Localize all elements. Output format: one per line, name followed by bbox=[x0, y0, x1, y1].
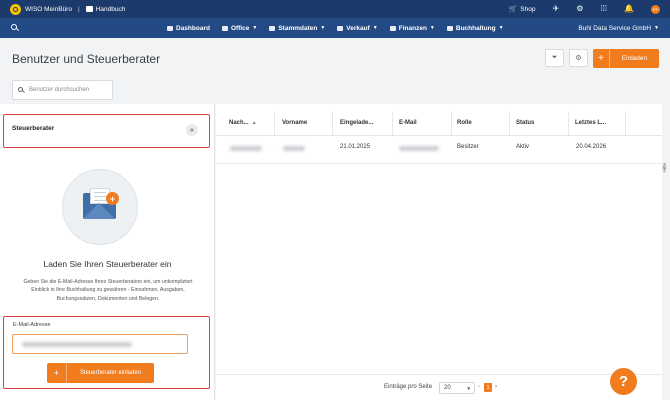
office-icon bbox=[221, 25, 228, 31]
app-title[interactable]: WISO MeinBüro bbox=[25, 6, 72, 13]
cell-role: Besitzer bbox=[457, 144, 479, 150]
dashboard-icon bbox=[167, 25, 173, 31]
chevron-down-icon: ▼ bbox=[320, 25, 326, 31]
panel-title: Steuerberater bbox=[12, 125, 55, 132]
separator: | bbox=[77, 5, 80, 13]
rocket-icon[interactable]: ✈ bbox=[552, 5, 559, 13]
shop-label: Shop bbox=[520, 5, 536, 13]
row-divider bbox=[216, 163, 662, 164]
collapse-panel-button[interactable]: « bbox=[186, 124, 198, 136]
cell-last-login: 20.04.2026 bbox=[576, 144, 607, 150]
company-switcher[interactable]: Buhl Data Service GmbH ▼ bbox=[578, 25, 659, 32]
main-navigation: Dashboard Office ▼ Stammdaten ▼ Verkauf … bbox=[0, 18, 670, 38]
person-icon bbox=[269, 25, 276, 31]
sort-up-icon: ▲ bbox=[251, 120, 257, 126]
nav-label: Buchhaltung bbox=[455, 24, 496, 32]
bell-icon[interactable]: 🔔 bbox=[624, 5, 634, 13]
company-name: Buhl Data Service GmbH bbox=[578, 24, 652, 32]
wiso-logo-icon[interactable] bbox=[10, 3, 21, 15]
invite-description: Geben Sie die E-Mail-Adresse Ihres Steue… bbox=[23, 279, 193, 302]
nav-office[interactable]: Office ▼ bbox=[221, 24, 258, 32]
double-chevron-left-icon: « bbox=[190, 126, 194, 134]
settings-button[interactable]: ⚙ bbox=[569, 49, 588, 67]
chevron-down-icon: ▼ bbox=[252, 25, 258, 31]
column-label: E-Mail bbox=[399, 120, 417, 126]
cart-icon: 🛒 bbox=[508, 6, 518, 13]
per-page-select[interactable]: 20 ▼ bbox=[439, 382, 475, 394]
invite-label: Einladen bbox=[621, 55, 648, 62]
apps-grid-icon[interactable]: ⁞⁞⁞ bbox=[600, 5, 607, 13]
redacted-first-name bbox=[283, 146, 305, 151]
cell-invited-date: 21.01.2025 bbox=[340, 144, 371, 150]
bank-icon bbox=[389, 25, 396, 31]
column-label: Letztes L... bbox=[575, 120, 607, 126]
avatar[interactable]: RF bbox=[651, 4, 660, 14]
gear-icon: ⚙ bbox=[575, 55, 582, 62]
gear-icon[interactable]: ⚙ bbox=[576, 5, 583, 13]
current-page[interactable]: 1 bbox=[484, 383, 492, 392]
search-input[interactable]: Benutzer durchsuchen bbox=[12, 80, 113, 100]
column-header-rolle[interactable]: Rolle bbox=[452, 111, 510, 135]
handbook-link[interactable]: Handbuch bbox=[96, 6, 126, 13]
filter-icon: ⏷ bbox=[551, 54, 558, 61]
plus-icon: + bbox=[593, 49, 610, 68]
shop-link[interactable]: 🛒 Shop bbox=[508, 5, 536, 14]
nav-label: Office bbox=[230, 24, 250, 32]
cart-icon bbox=[337, 25, 344, 31]
book-icon bbox=[85, 6, 93, 12]
footer-divider bbox=[216, 374, 662, 375]
column-label: Eingelade... bbox=[340, 120, 374, 126]
invite-button[interactable]: + Einladen bbox=[593, 49, 659, 68]
column-label: Vorname bbox=[282, 120, 308, 126]
prev-page-button[interactable]: ‹ bbox=[478, 384, 480, 390]
search-placeholder: Benutzer durchsuchen bbox=[29, 87, 90, 93]
redacted-email bbox=[399, 146, 439, 151]
nav-verkauf[interactable]: Verkauf ▼ bbox=[337, 24, 378, 32]
page-title: Benutzer und Steuerberater bbox=[12, 52, 161, 66]
search-icon bbox=[18, 86, 25, 94]
chevron-down-icon: ▼ bbox=[654, 25, 659, 31]
help-button[interactable]: ? bbox=[610, 368, 637, 395]
column-header-vorname[interactable]: Vorname bbox=[277, 111, 333, 135]
ledger-icon bbox=[446, 25, 453, 31]
column-label: Rolle bbox=[457, 120, 472, 126]
invite-tax-advisor-button[interactable]: + Steuerberater einladen bbox=[47, 363, 154, 383]
chevron-down-icon: ▼ bbox=[498, 25, 504, 31]
per-page-value: 20 bbox=[444, 385, 451, 391]
redacted-email bbox=[22, 342, 132, 347]
email-label: E-Mail-Adresse bbox=[13, 322, 51, 328]
chevron-down-icon: ▼ bbox=[466, 385, 471, 391]
top-bar: WISO MeinBüro | Handbuch 🛒 Shop ✈ ⚙ ⁞⁞⁞ … bbox=[0, 0, 670, 18]
column-label: Nach... bbox=[229, 120, 249, 126]
chevron-down-icon: ▼ bbox=[372, 25, 378, 31]
invite-headline: Laden Sie Ihren Steuerberater ein bbox=[43, 259, 172, 269]
filter-button[interactable]: ⏷ bbox=[545, 49, 564, 67]
plus-icon: + bbox=[47, 363, 67, 383]
per-page-label: Einträge pro Seite bbox=[384, 384, 433, 390]
nav-label: Verkauf bbox=[346, 24, 370, 32]
submit-label: Steuerberater einladen bbox=[79, 370, 142, 376]
redacted-last-name bbox=[230, 146, 262, 151]
plus-badge-icon: + bbox=[106, 192, 119, 205]
nav-finanzen[interactable]: Finanzen ▼ bbox=[389, 24, 435, 32]
help-side-tab[interactable]: Hilfe bbox=[662, 150, 670, 172]
column-header-letztes-login[interactable]: Letztes L... bbox=[570, 111, 626, 135]
nav-label: Stammdaten bbox=[278, 24, 318, 32]
column-header-status[interactable]: Status bbox=[511, 111, 569, 135]
nav-stammdaten[interactable]: Stammdaten ▼ bbox=[269, 25, 325, 32]
table-header-divider bbox=[216, 135, 662, 136]
search-icon[interactable] bbox=[11, 24, 19, 32]
nav-dashboard[interactable]: Dashboard bbox=[167, 25, 210, 32]
column-header-eingeladen[interactable]: Eingelade... bbox=[335, 111, 393, 135]
nav-buchhaltung[interactable]: Buchhaltung ▼ bbox=[446, 24, 504, 32]
column-header-email[interactable]: E-Mail bbox=[394, 111, 452, 135]
next-page-button[interactable]: › bbox=[495, 384, 497, 390]
cell-status: Aktiv bbox=[516, 144, 530, 150]
chevron-down-icon: ▼ bbox=[429, 25, 435, 31]
nav-label: Finanzen bbox=[398, 24, 427, 32]
column-header-nachname[interactable]: Nach... ▲ bbox=[224, 111, 275, 135]
nav-label: Dashboard bbox=[176, 24, 210, 32]
envelope-flap bbox=[83, 203, 115, 219]
column-label: Status bbox=[516, 120, 535, 126]
